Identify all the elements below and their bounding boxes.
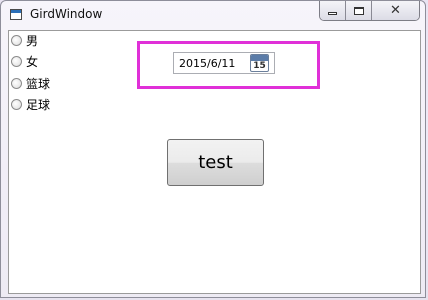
maximize-icon bbox=[353, 6, 364, 15]
radio-button[interactable] bbox=[11, 34, 22, 46]
radio-label: 男 bbox=[26, 33, 39, 48]
radio-button[interactable] bbox=[11, 77, 22, 89]
radio-button[interactable] bbox=[11, 98, 22, 110]
radio-football[interactable]: 足球 bbox=[11, 95, 50, 113]
radio-male[interactable]: 男 bbox=[11, 31, 38, 49]
radio-label: 篮球 bbox=[26, 76, 51, 91]
test-button[interactable]: test bbox=[167, 139, 264, 186]
client-area: 男 女 篮球 足球 2015/6/11 15 test bbox=[8, 30, 421, 294]
radio-female[interactable]: 女 bbox=[11, 52, 38, 70]
close-button[interactable]: ✕ bbox=[371, 1, 419, 20]
maximize-button[interactable] bbox=[346, 1, 372, 20]
radio-basketball[interactable]: 篮球 bbox=[11, 74, 50, 92]
radio-label: 足球 bbox=[26, 97, 51, 112]
app-window: GirdWindow ✕ 男 女 篮球 足球 2015/6/11 15 test bbox=[0, 0, 426, 298]
close-icon: ✕ bbox=[390, 3, 401, 18]
minimize-button[interactable] bbox=[320, 1, 347, 20]
calendar-icon[interactable]: 15 bbox=[250, 54, 269, 72]
radio-button[interactable] bbox=[11, 55, 22, 67]
caption-buttons: ✕ bbox=[319, 1, 420, 21]
window-icon[interactable] bbox=[10, 9, 22, 20]
calendar-day: 15 bbox=[253, 61, 266, 71]
minimize-icon bbox=[328, 11, 338, 15]
date-picker[interactable]: 2015/6/11 15 bbox=[173, 52, 275, 74]
date-value[interactable]: 2015/6/11 bbox=[179, 57, 235, 70]
radio-label: 女 bbox=[26, 54, 39, 69]
window-title: GirdWindow bbox=[30, 7, 103, 21]
title-bar[interactable]: GirdWindow ✕ bbox=[1, 1, 427, 29]
